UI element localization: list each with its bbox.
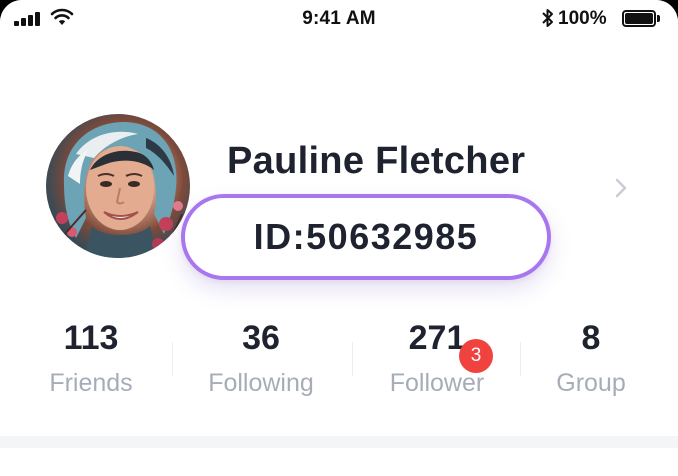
- stat-label: Follower: [389, 369, 485, 397]
- stat-value: 271: [408, 319, 466, 357]
- stat-friends[interactable]: 113 Friends: [6, 318, 176, 398]
- notification-badge: 3: [459, 339, 493, 373]
- profile-card[interactable]: Pauline Fletcher ID:50632985 113 Friends…: [0, 36, 678, 436]
- status-bar: 9:41 AM 100%: [0, 0, 678, 36]
- avatar[interactable]: [46, 114, 190, 258]
- stat-value: 113: [63, 319, 119, 357]
- screen: 9:41 AM 100% Pauline Fletcher ID:5063298…: [0, 0, 678, 476]
- phone-frame: 9:41 AM 100% Pauline Fletcher ID:5063298…: [0, 0, 678, 476]
- battery-percent: 100%: [558, 8, 607, 29]
- stat-value: 8: [581, 319, 601, 357]
- stat-group[interactable]: 8 Group: [506, 318, 676, 398]
- stat-label: Following: [208, 369, 314, 397]
- battery-icon: [622, 10, 660, 27]
- stat-label: Group: [556, 369, 626, 397]
- stat-follower[interactable]: 271 Follower: [352, 318, 522, 398]
- avatar-photo: [55, 122, 183, 258]
- user-id-highlight[interactable]: ID:50632985: [181, 194, 551, 280]
- user-name: Pauline Fletcher: [227, 140, 526, 182]
- next-section-card: [0, 448, 678, 476]
- stat-following[interactable]: 36 Following: [176, 318, 346, 398]
- chevron-right-icon[interactable]: [612, 176, 630, 200]
- bluetooth-icon: [542, 9, 553, 27]
- divider: [172, 342, 173, 376]
- stat-value: 36: [242, 319, 280, 357]
- stat-label: Friends: [49, 369, 133, 397]
- user-id: ID:50632985: [253, 216, 479, 257]
